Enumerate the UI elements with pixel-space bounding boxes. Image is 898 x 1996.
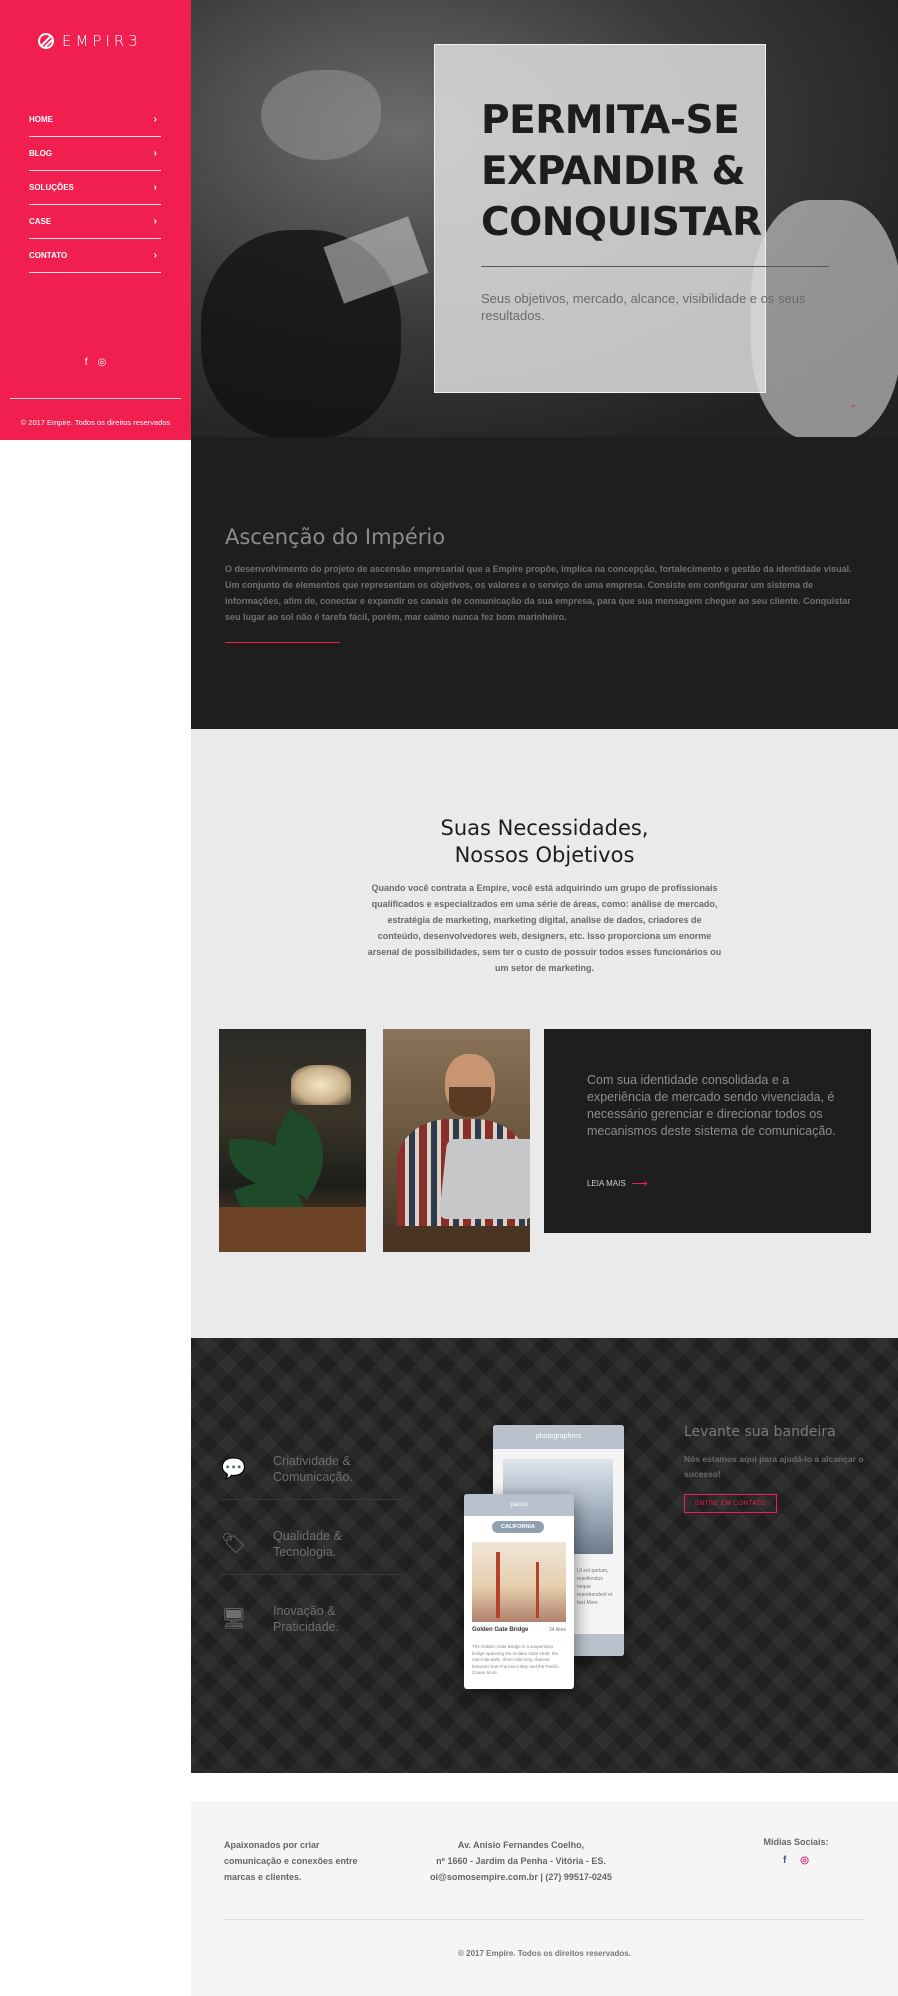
instagram-icon[interactable]: ◎ bbox=[800, 1855, 809, 1866]
divider bbox=[221, 1499, 403, 1500]
info-card-text: Com sua identidade consolidada e a exper… bbox=[587, 1073, 836, 1138]
feature-line2: Comunicação. bbox=[273, 1470, 353, 1484]
social-label: Mídias Sociais: bbox=[763, 1837, 829, 1847]
hero-photo-paper bbox=[323, 216, 429, 304]
hero-section: PERMITA-SE EXPANDIR & CONQUISTAR Seus ob… bbox=[191, 0, 898, 437]
facebook-icon[interactable]: f bbox=[783, 1855, 786, 1866]
sidebar-social: f ◎ bbox=[0, 357, 191, 368]
cta-block: Levante sua bandeira Nós estamos aqui pa… bbox=[684, 1424, 874, 1513]
needs-title-line1: Suas Necessidades, bbox=[440, 816, 649, 840]
footer-tagline: Apaixonados por criar comunicação e cone… bbox=[224, 1840, 358, 1882]
hero-card: PERMITA-SE EXPANDIR & CONQUISTAR Seus ob… bbox=[434, 44, 829, 393]
tags-icon: 🏷 bbox=[221, 1533, 247, 1555]
bridge-photo bbox=[472, 1542, 566, 1622]
feature-line1: Qualidade & bbox=[273, 1529, 342, 1543]
accent-divider bbox=[225, 642, 340, 643]
hero-title: PERMITA-SE EXPANDIR & CONQUISTAR bbox=[481, 98, 762, 245]
cta-title: Levante sua bandeira bbox=[684, 1424, 836, 1440]
footer: Apaixonados por criar comunicação e cone… bbox=[191, 1801, 898, 1996]
contact-line[interactable]: oi@somosempire.com.br | (27) 99517-0245 bbox=[421, 1869, 621, 1885]
needs-section: Suas Necessidades, Nossos Objetivos Quan… bbox=[191, 729, 898, 1338]
nav-item-contato[interactable]: CONTATO › bbox=[29, 239, 161, 273]
address-line: nº 1660 - Jardim da Penha - Vitória - ES… bbox=[436, 1856, 606, 1866]
phone-card-desc: The Golden Gate Bridge is a suspension b… bbox=[472, 1644, 559, 1675]
brand-logo[interactable]: EMPIR3 bbox=[38, 32, 142, 50]
logo-mark-icon bbox=[38, 33, 54, 49]
address-line: Av. Anisio Fernandes Coelho, bbox=[457, 1840, 585, 1850]
chevron-right-icon: › bbox=[153, 250, 157, 261]
needs-title-line2: Nossos Objetivos bbox=[454, 843, 635, 867]
feature-line1: Criatividade & bbox=[273, 1454, 351, 1468]
about-section: Ascenção do Império O desenvolvimento do… bbox=[191, 437, 898, 729]
hero-photo-plant bbox=[261, 70, 381, 160]
footer-address: Av. Anisio Fernandes Coelho, nº 1660 - J… bbox=[421, 1837, 621, 1885]
about-title: Ascenção do Império bbox=[225, 525, 446, 549]
phone-header: places bbox=[464, 1494, 574, 1516]
about-body: O desenvolvimento do projeto de ascensão… bbox=[225, 564, 852, 622]
hero-subtitle: Seus objetivos, mercado, alcance, visibi… bbox=[481, 291, 806, 323]
feature-item: 🖥 Inovação & Praticidade. bbox=[221, 1598, 401, 1658]
man-laptop-photo bbox=[383, 1029, 530, 1252]
divider bbox=[481, 266, 829, 267]
read-more-label: LEIA MAIS bbox=[587, 1179, 626, 1188]
footer-social: Mídias Sociais: f ◎ bbox=[751, 1837, 841, 1866]
instagram-icon[interactable]: ◎ bbox=[98, 357, 107, 368]
sidebar-copyright: © 2017 Empire. Todos os direitos reserva… bbox=[20, 418, 171, 427]
nav-item-label: CASE bbox=[29, 217, 52, 226]
divider bbox=[224, 1919, 865, 1920]
chevron-right-icon: › bbox=[153, 182, 157, 193]
chat-bubbles-icon: 💬 bbox=[221, 1458, 246, 1480]
nav-item-solucoes[interactable]: SOLUÇÕES › bbox=[29, 171, 161, 205]
facebook-icon[interactable]: f bbox=[85, 357, 88, 368]
nav-item-label: CONTATO bbox=[29, 251, 68, 260]
phone-side-text: Ut est partum, repellendus neque reprehe… bbox=[577, 1568, 613, 1606]
location-pill: CALIFORNIA bbox=[492, 1521, 544, 1533]
info-card: Com sua identidade consolidada e a exper… bbox=[544, 1029, 871, 1233]
nav-item-home[interactable]: HOME › bbox=[29, 103, 161, 137]
nav-item-label: BLOG bbox=[29, 149, 53, 158]
chevron-right-icon: › bbox=[153, 148, 157, 159]
nav-item-label: HOME bbox=[29, 115, 53, 124]
feature-line2: Praticidade. bbox=[273, 1620, 340, 1634]
arrow-right-icon: ⟶ bbox=[631, 1178, 648, 1190]
chevron-right-icon: › bbox=[153, 216, 157, 227]
phone-card-title: Golden Gate Bridge bbox=[472, 1627, 529, 1633]
scroll-indicator-icon[interactable]: ⌃ bbox=[849, 404, 857, 415]
feature-line2: Tecnologia. bbox=[273, 1545, 337, 1559]
divider bbox=[10, 398, 181, 399]
nav-item-case[interactable]: CASE › bbox=[29, 205, 161, 239]
needs-title: Suas Necessidades, Nossos Objetivos bbox=[191, 815, 898, 869]
plant-lamp-photo bbox=[219, 1029, 366, 1252]
chevron-right-icon: › bbox=[153, 114, 157, 125]
footer-copyright: © 2017 Empire. Todos os direitos reserva… bbox=[458, 1949, 631, 1958]
sidebar: EMPIR3 HOME › BLOG › SOLUÇÕES › CASE › CONTA… bbox=[0, 0, 191, 440]
divider bbox=[221, 1574, 403, 1575]
monitor-icon: 🖥 bbox=[221, 1608, 247, 1630]
contact-button[interactable]: ENTRE EM CONTATO bbox=[684, 1494, 777, 1513]
read-more-link[interactable]: LEIA MAIS ⟶ bbox=[587, 1177, 647, 1190]
nav-item-blog[interactable]: BLOG › bbox=[29, 137, 161, 171]
cta-body: Nós estamos aqui para ajudá-lo a alcança… bbox=[684, 1454, 864, 1479]
phone-header: photographers bbox=[493, 1425, 624, 1449]
features-section: 💬 Criatividade & Comunicação. 🏷 Qualidad… bbox=[191, 1338, 898, 1773]
needs-body: Quando você contrata a Empire, você está… bbox=[367, 883, 722, 973]
feature-line1: Inovação & bbox=[273, 1604, 336, 1618]
phone-card-likes: 34 likes bbox=[549, 1627, 566, 1633]
nav-item-label: SOLUÇÕES bbox=[29, 183, 74, 192]
main-nav: HOME › BLOG › SOLUÇÕES › CASE › CONTATO › bbox=[29, 103, 161, 273]
brand-name: EMPIR3 bbox=[62, 32, 142, 50]
phone-mockup-front: places CALIFORNIA Golden Gate Bridge 34 … bbox=[464, 1494, 574, 1689]
